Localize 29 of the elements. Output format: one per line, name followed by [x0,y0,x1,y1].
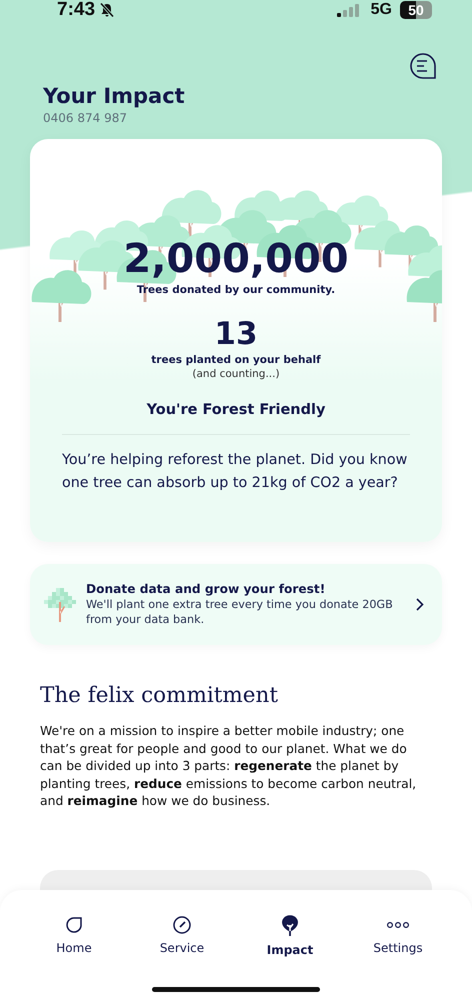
donate-title: Donate data and grow your forest! [86,582,326,596]
community-total: 2,000,000 [123,236,349,282]
counting-note: (and counting...) [192,368,280,380]
impact-message: You’re helping reforest the planet. Did you know one tree can absorb up to 21kg of CO2 a year? [61,451,408,493]
your-tree-caption: trees planted on your behalf [151,354,321,366]
donate-description: We'll plant one extra tree every time you donate 20GB from your data bank. [86,597,394,627]
tree-icon [280,915,300,937]
tab-item[interactable]: Impact [236,915,344,957]
signal-icon [336,3,361,17]
gauge-icon [172,915,192,935]
tab-item[interactable]: Home [20,915,128,955]
community-caption: Trees donated by our community. [136,284,336,296]
status-time: 7:43 [57,0,96,21]
section-title: The felix commitment [40,683,280,708]
battery-icon: 50 [400,1,432,19]
commitment-paragraph: We're on a mission to inspire a better mobile industry; one that’s great for people and good to our planet. What we do can be divided up into 3 parts: regenerate the planet by planting trees, reduce emissions to become carbon neutral, and reimagine how we do business. [40,722,418,810]
chevron-right-icon [416,598,424,611]
leaf-icon [64,915,84,935]
tab-item[interactable]: Service [128,915,236,955]
tab-item[interactable]: Settings [344,915,452,955]
donate-data-card[interactable]: Donate data and grow your forest! We'll plant one extra tree every time you donate 20GB from your data bank. [30,564,442,645]
chat-icon[interactable] [409,52,437,80]
page-title: Your Impact [43,84,186,108]
bell-off-icon [99,2,116,18]
your-tree-count: 13 [214,316,258,352]
phone-number: 0406 874 987 [43,111,128,125]
network-label: 5G [370,1,392,19]
forest-status: You're Forest Friendly [146,402,326,418]
pixel-tree-icon [44,588,76,622]
